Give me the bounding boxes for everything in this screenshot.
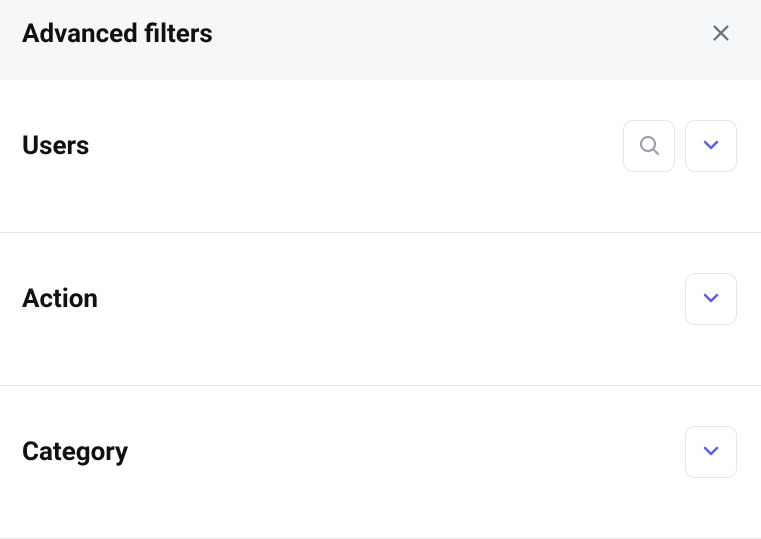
users-section-controls [623,120,737,172]
category-section: Category [0,386,761,539]
close-icon [710,22,732,47]
category-section-controls [685,426,737,478]
users-section-title: Users [22,131,89,161]
chevron-down-icon [699,133,723,160]
users-search-button[interactable] [623,120,675,172]
close-button[interactable] [705,18,737,50]
chevron-down-icon [699,286,723,313]
users-section: Users [0,80,761,233]
action-section-title: Action [22,284,98,314]
search-icon [637,133,661,160]
action-section: Action [0,233,761,386]
filters-header: Advanced filters [0,0,761,80]
action-section-controls [685,273,737,325]
action-expand-button[interactable] [685,273,737,325]
category-section-title: Category [22,437,128,467]
chevron-down-icon [699,439,723,466]
users-expand-button[interactable] [685,120,737,172]
filters-title: Advanced filters [22,19,213,49]
category-expand-button[interactable] [685,426,737,478]
